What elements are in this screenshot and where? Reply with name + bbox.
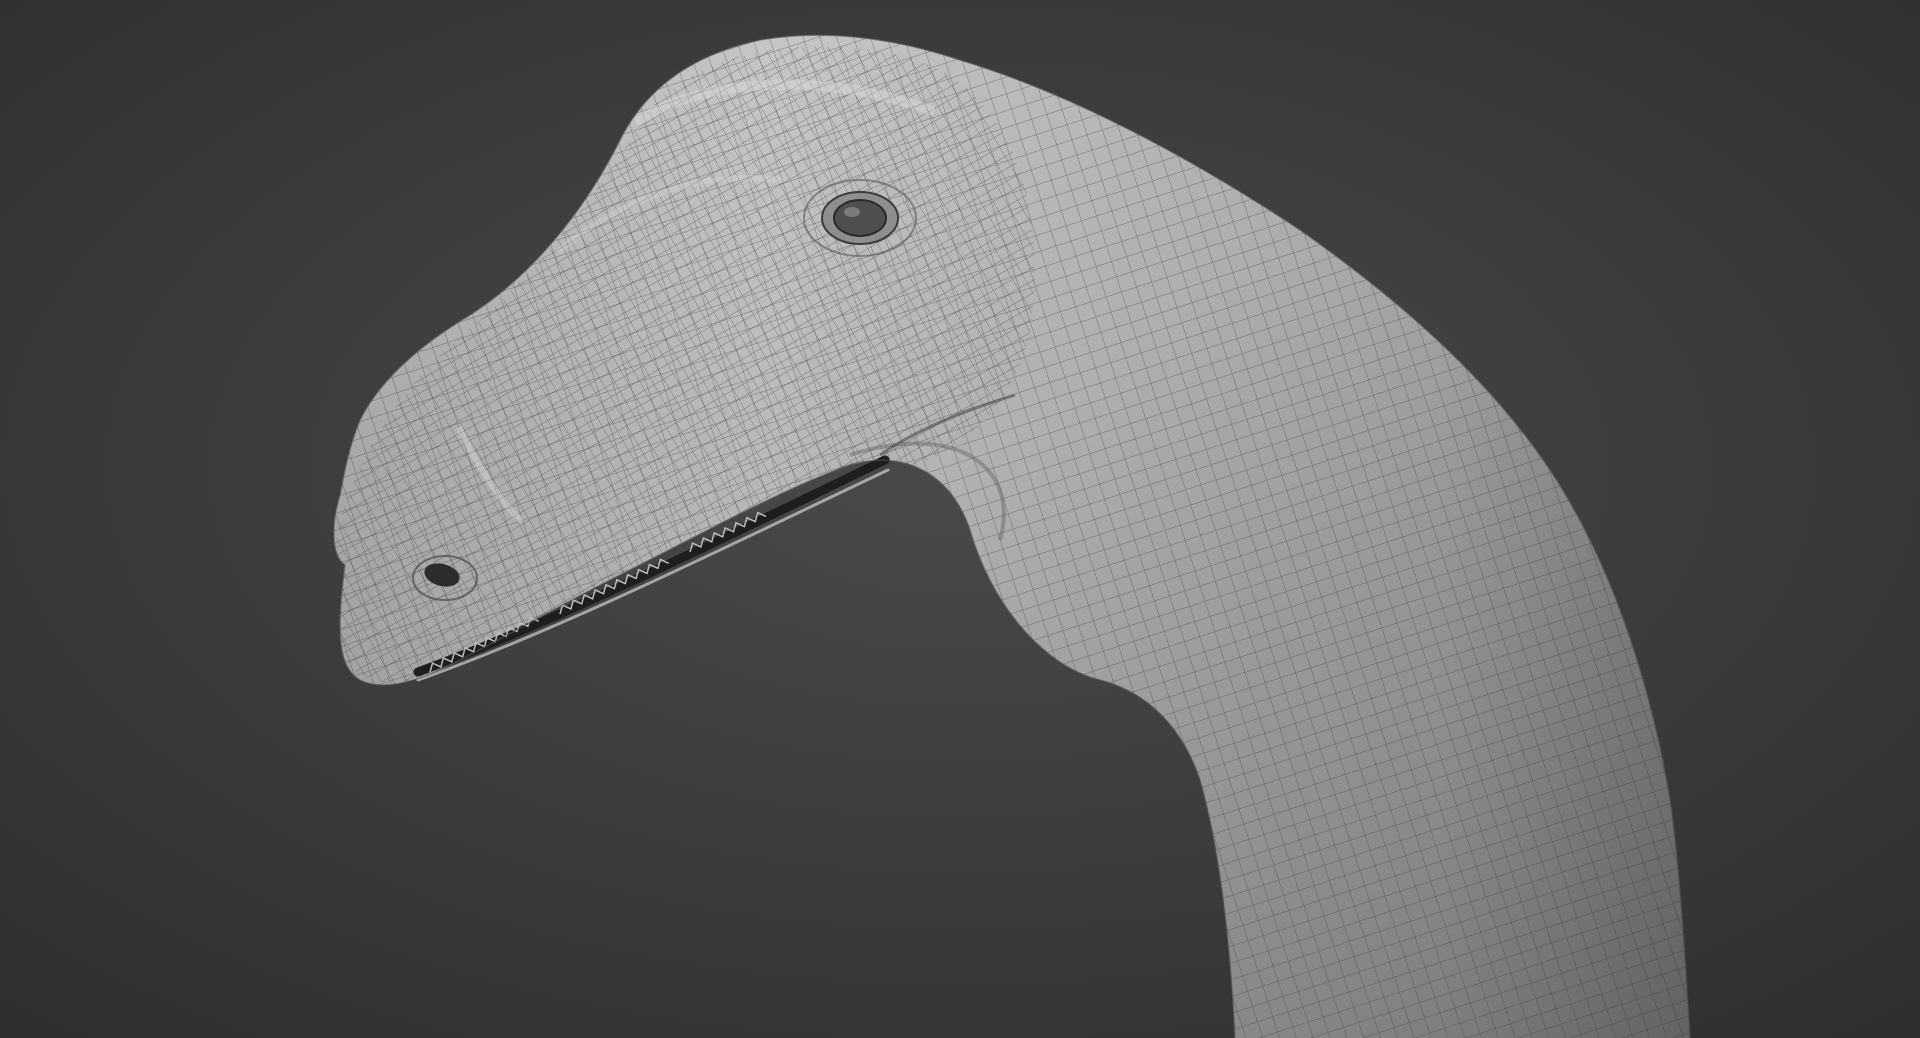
render-viewport [0,0,1920,1038]
wireframe-render [0,0,1920,1038]
